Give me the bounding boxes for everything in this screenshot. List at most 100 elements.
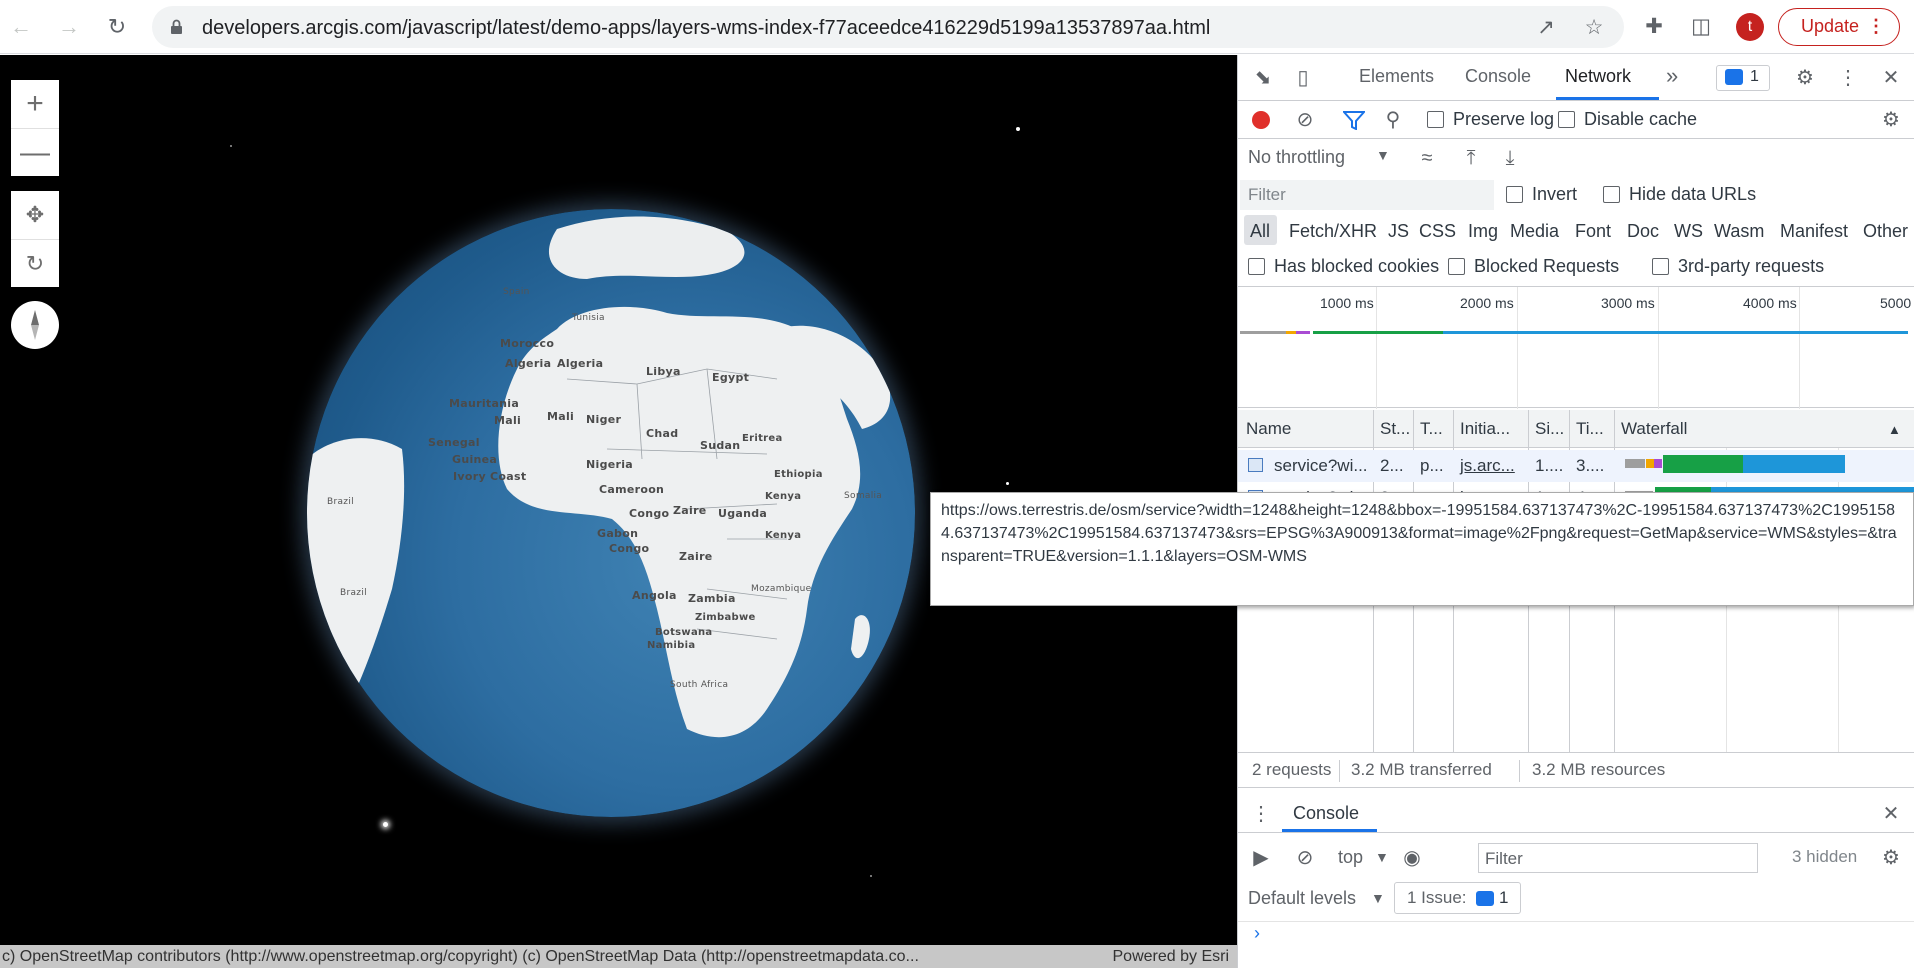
col-type[interactable]: T... <box>1420 419 1443 439</box>
disable-cache-checkbox[interactable] <box>1558 111 1575 128</box>
clear-icon[interactable]: ⊘ <box>1292 107 1318 133</box>
network-filter-input[interactable]: Filter <box>1240 180 1494 210</box>
type-filter-manifest[interactable]: Manifest <box>1780 221 1848 242</box>
back-icon[interactable]: ← <box>6 12 36 42</box>
type-filter-font[interactable]: Font <box>1575 221 1611 242</box>
sort-arrow-icon[interactable]: ▲ <box>1888 422 1901 437</box>
invert-label: Invert <box>1532 184 1578 204</box>
globe[interactable]: Spain Tunisia Morocco Algeria Algeria Li… <box>307 209 915 817</box>
map-label: Tunisia <box>572 313 605 323</box>
context-select[interactable]: top <box>1338 847 1363 868</box>
network-overview[interactable]: 1000 ms 2000 ms 3000 ms 4000 ms 5000 <box>1238 286 1914 409</box>
drawer-tab-console[interactable]: Console <box>1293 803 1359 824</box>
tab-network[interactable]: Network <box>1565 66 1631 87</box>
type-filter-js[interactable]: JS <box>1388 221 1409 242</box>
map-label: Mozambique <box>751 584 812 594</box>
reload-icon[interactable]: ↻ <box>102 12 132 42</box>
side-panel-icon[interactable]: ◫ <box>1688 14 1714 40</box>
overview-bar-ssl <box>1296 331 1310 334</box>
tab-console[interactable]: Console <box>1465 66 1531 87</box>
map-label: Zaire <box>679 550 713 563</box>
filter-funnel-icon[interactable] <box>1343 110 1365 130</box>
hide-data-urls-checkbox[interactable] <box>1603 186 1620 203</box>
url-text: developers.arcgis.com/javascript/latest/… <box>202 17 1211 39</box>
live-expression-eye-icon[interactable]: ◉ <box>1399 845 1425 871</box>
bookmark-star-icon[interactable]: ☆ <box>1582 16 1606 40</box>
type-filter-fetch-xhr[interactable]: Fetch/XHR <box>1289 221 1377 242</box>
zoom-out-button[interactable]: — <box>11 128 59 176</box>
request-initiator-link[interactable]: js.arc... <box>1460 456 1515 476</box>
invert-checkbox[interactable] <box>1506 186 1523 203</box>
console-sidebar-icon[interactable]: ▶ <box>1248 845 1274 871</box>
col-name[interactable]: Name <box>1246 419 1291 439</box>
map-label: Senegal <box>428 436 480 449</box>
close-devtools-icon[interactable]: ✕ <box>1878 65 1904 91</box>
map-label: Chad <box>646 427 679 440</box>
third-party-checkbox[interactable] <box>1652 258 1669 275</box>
map-label: Spain <box>503 287 530 297</box>
dropdown-arrow-icon[interactable]: ▼ <box>1376 147 1390 163</box>
map-label: Ethiopia <box>774 469 823 480</box>
levels-dropdown-icon[interactable]: ▼ <box>1371 890 1385 906</box>
drawer-menu-icon[interactable]: ⋮ <box>1248 801 1274 827</box>
type-filter-all[interactable]: All <box>1250 221 1270 242</box>
inspect-element-icon[interactable]: ⬊ <box>1250 65 1276 91</box>
network-conditions-icon[interactable]: ≈ <box>1414 145 1440 171</box>
device-toolbar-icon[interactable]: ▯ <box>1290 65 1316 91</box>
compass-icon <box>31 310 39 340</box>
lock-icon[interactable] <box>170 19 183 35</box>
powered-by-esri[interactable]: Powered by Esri <box>1113 945 1230 968</box>
console-settings-icon[interactable]: ⚙ <box>1878 845 1904 871</box>
import-har-icon[interactable]: ⤒ <box>1458 145 1484 171</box>
record-icon[interactable] <box>1250 109 1272 131</box>
col-status[interactable]: St... <box>1380 419 1410 439</box>
default-levels-select[interactable]: Default levels <box>1248 888 1356 909</box>
issues-badge[interactable]: 1 <box>1716 65 1770 91</box>
type-filter-wasm[interactable]: Wasm <box>1714 221 1764 242</box>
network-settings-icon[interactable]: ⚙ <box>1878 107 1904 133</box>
update-button[interactable]: Update ⋮ <box>1778 8 1900 46</box>
issues-button[interactable]: 1 Issue: 1 <box>1394 882 1521 914</box>
blocked-cookies-checkbox[interactable] <box>1248 258 1265 275</box>
export-har-icon[interactable]: ⤓ <box>1497 145 1523 171</box>
console-prompt[interactable]: › <box>1254 923 1260 944</box>
menu-dots-icon: ⋮ <box>1867 16 1885 36</box>
table-row[interactable]: service?wi... 2... p... js.arc... 1.... … <box>1238 450 1914 482</box>
search-icon[interactable]: ⚲ <box>1380 107 1406 133</box>
context-dropdown-icon[interactable]: ▼ <box>1375 849 1389 865</box>
throttling-select[interactable]: No throttling <box>1248 147 1345 168</box>
forward-icon[interactable]: → <box>54 12 84 42</box>
rotate-icon[interactable]: ↻ <box>11 239 59 287</box>
console-filter-input[interactable]: Filter <box>1478 843 1758 873</box>
settings-gear-icon[interactable]: ⚙ <box>1792 65 1818 91</box>
zoom-controls: + — <box>11 80 59 176</box>
divider <box>1238 921 1914 922</box>
blocked-requests-checkbox[interactable] <box>1448 258 1465 275</box>
type-filter-img[interactable]: Img <box>1468 221 1498 242</box>
type-filter-css[interactable]: CSS <box>1419 221 1456 242</box>
type-filter-media[interactable]: Media <box>1510 221 1559 242</box>
console-drawer-header: ⋮ Console ✕ <box>1238 795 1914 833</box>
col-size[interactable]: Si... <box>1535 419 1564 439</box>
type-filter-doc[interactable]: Doc <box>1627 221 1659 242</box>
more-tabs-icon[interactable]: » <box>1666 63 1678 89</box>
preserve-log-checkbox[interactable] <box>1427 111 1444 128</box>
type-filter-other[interactable]: Other <box>1863 221 1908 242</box>
tab-elements[interactable]: Elements <box>1359 66 1434 87</box>
col-time[interactable]: Ti... <box>1576 419 1604 439</box>
grid-line <box>1376 287 1377 409</box>
profile-avatar[interactable]: t <box>1736 13 1764 41</box>
close-drawer-icon[interactable]: ✕ <box>1878 801 1904 827</box>
extensions-icon[interactable]: ✚ <box>1641 14 1667 40</box>
pan-icon[interactable]: ✥ <box>11 191 59 239</box>
requests-count: 2 requests <box>1252 760 1332 779</box>
zoom-in-button[interactable]: + <box>11 80 59 128</box>
col-waterfall[interactable]: Waterfall <box>1621 419 1687 439</box>
type-filter-ws[interactable]: WS <box>1674 221 1703 242</box>
col-initiator[interactable]: Initia... <box>1460 419 1510 439</box>
compass-button[interactable] <box>11 301 59 349</box>
share-icon[interactable]: ↗ <box>1534 16 1558 40</box>
address-bar[interactable]: developers.arcgis.com/javascript/latest/… <box>152 6 1624 48</box>
clear-console-icon[interactable]: ⊘ <box>1292 845 1318 871</box>
more-options-icon[interactable]: ⋮ <box>1835 65 1861 91</box>
